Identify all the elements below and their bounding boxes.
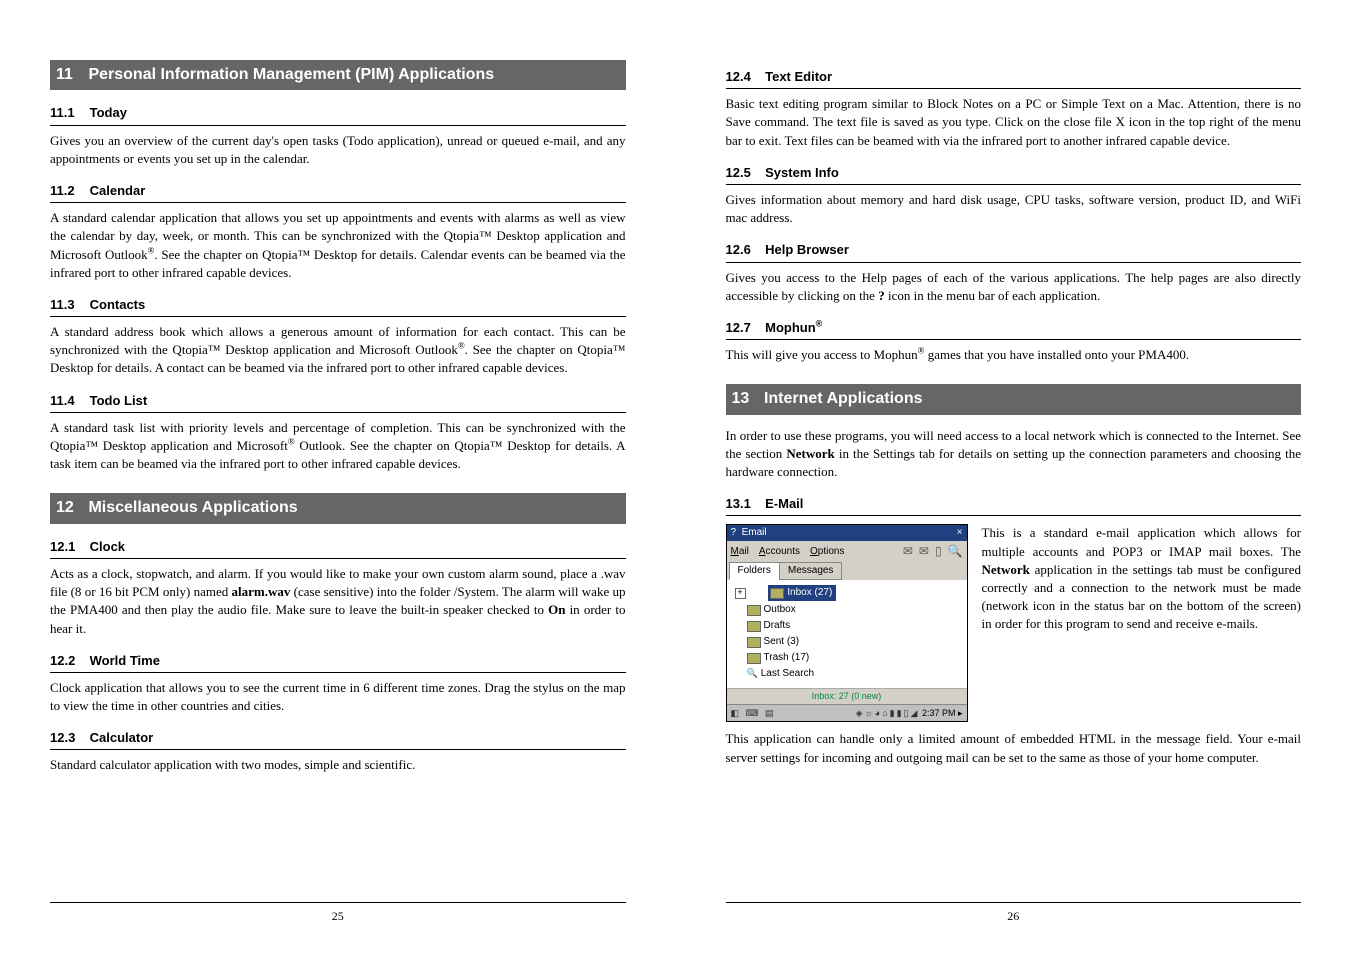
tab-messages: Messages bbox=[779, 562, 843, 580]
folder-sent: Sent (3) bbox=[733, 634, 961, 650]
section-11-3-body: A standard address book which allows a g… bbox=[50, 323, 626, 378]
section-12-6-body: Gives you access to the Help pages of ea… bbox=[726, 269, 1302, 305]
section-12-2-body: Clock application that allows you to see… bbox=[50, 679, 626, 715]
section-11-2-heading: 11.2 Calendar bbox=[50, 182, 626, 203]
new-icon: ▯ bbox=[935, 543, 942, 560]
menu-accounts: Accounts bbox=[759, 545, 800, 559]
folder-trash: Trash (17) bbox=[733, 650, 961, 666]
chapter-11-heading: 11 Personal Information Management (PIM)… bbox=[50, 60, 626, 90]
section-11-3-heading: 11.3 Contacts bbox=[50, 296, 626, 317]
page-number: 25 bbox=[332, 909, 344, 923]
email-menubar: Mail Accounts Options ✉ ✉ ▯ 🔍 bbox=[727, 541, 967, 562]
section-12-4-heading: 12.4 Text Editor bbox=[726, 68, 1302, 89]
page-footer-right: 26 bbox=[726, 902, 1302, 924]
tray-clock: 2:37 PM bbox=[922, 708, 956, 718]
tree-expand: + Inbox (27) bbox=[733, 584, 961, 602]
section-11-2-body: A standard calendar application that all… bbox=[50, 209, 626, 282]
chapter-11-title: Personal Information Management (PIM) Ap… bbox=[88, 66, 494, 83]
section-12-1-body: Acts as a clock, stopwatch, and alarm. I… bbox=[50, 565, 626, 638]
section-12-3-body: Standard calculator application with two… bbox=[50, 756, 626, 774]
search-icon: 🔍 bbox=[948, 543, 963, 560]
folder-last-search: Last Search bbox=[733, 666, 961, 682]
registered-mark: ® bbox=[458, 341, 465, 351]
folder-icon bbox=[747, 637, 761, 648]
section-12-2-heading: 12.2 World Time bbox=[50, 652, 626, 673]
email-figure-row: ? Email × Mail Accounts Options ✉ ✉ ▯ 🔍 bbox=[726, 524, 1302, 722]
section-13-1-after-text: This application can handle only a limit… bbox=[726, 730, 1302, 766]
section-11-1-heading: 11.1 Today bbox=[50, 104, 626, 125]
section-11-1-body: Gives you an overview of the current day… bbox=[50, 132, 626, 168]
section-12-5-body: Gives information about memory and hard … bbox=[726, 191, 1302, 227]
section-12-5-heading: 12.5 System Info bbox=[726, 164, 1302, 185]
chapter-13-number: 13 bbox=[732, 388, 760, 410]
email-tabs: Folders Messages bbox=[727, 562, 967, 580]
tray-status-icons: ◈☼◕⌂▮▮▯◢ bbox=[856, 708, 920, 718]
section-12-6-heading: 12.6 Help Browser bbox=[726, 241, 1302, 262]
folder-icon bbox=[747, 605, 761, 616]
chapter-13-title: Internet Applications bbox=[764, 390, 923, 407]
email-titlebar: ? Email × bbox=[727, 525, 967, 541]
registered-mark: ® bbox=[288, 437, 295, 447]
taskbar-icons: ◧ ⌨ ▤ bbox=[731, 707, 776, 720]
menu-mail: Mail bbox=[731, 545, 749, 559]
chapter-12-number: 12 bbox=[56, 497, 84, 519]
folder-icon bbox=[747, 621, 761, 632]
chapter-13-heading: 13 Internet Applications bbox=[726, 384, 1302, 414]
page-right: 12.4 Text Editor Basic text editing prog… bbox=[676, 0, 1351, 954]
compose-icon: ✉ bbox=[903, 543, 913, 560]
section-11-4-body: A standard task list with priority level… bbox=[50, 419, 626, 474]
email-toolbar-icons: ✉ ✉ ▯ 🔍 bbox=[903, 543, 963, 560]
menu-options: Options bbox=[810, 545, 844, 559]
folder-inbox: Inbox (27) bbox=[768, 585, 836, 601]
registered-mark: ® bbox=[816, 319, 823, 329]
section-13-1-side-text: This is a standard e-mail application wh… bbox=[982, 524, 1302, 712]
email-app-screenshot: ? Email × Mail Accounts Options ✉ ✉ ▯ 🔍 bbox=[726, 524, 968, 722]
chapter-13-intro: In order to use these programs, you will… bbox=[726, 427, 1302, 482]
chapter-12-title: Miscellaneous Applications bbox=[88, 499, 297, 516]
email-system-tray: ◧ ⌨ ▤ ◈☼◕⌂▮▮▯◢ 2:37 PM ▸ bbox=[727, 704, 967, 722]
send-receive-icon: ✉ bbox=[919, 543, 929, 560]
search-icon bbox=[747, 667, 758, 681]
page-number: 26 bbox=[1007, 909, 1019, 923]
section-12-7-heading: 12.7 Mophun® bbox=[726, 319, 1302, 340]
section-12-3-heading: 12.3 Calculator bbox=[50, 729, 626, 750]
folder-outbox: Outbox bbox=[733, 602, 961, 618]
expand-icon: + bbox=[735, 588, 746, 599]
email-status-bar: Inbox: 27 (0 new) bbox=[727, 688, 967, 704]
section-11-4-heading: 11.4 Todo List bbox=[50, 392, 626, 413]
folder-icon bbox=[770, 588, 784, 599]
page-left: 11 Personal Information Management (PIM)… bbox=[0, 0, 676, 954]
section-13-1-heading: 13.1 E-Mail bbox=[726, 495, 1302, 516]
tab-folders: Folders bbox=[729, 562, 780, 580]
help-icon: ? bbox=[731, 527, 737, 538]
email-folder-tree: + Inbox (27) Outbox Drafts Sent (3) Tras… bbox=[727, 580, 967, 688]
section-12-4-body: Basic text editing program similar to Bl… bbox=[726, 95, 1302, 150]
section-12-1-heading: 12.1 Clock bbox=[50, 538, 626, 559]
chapter-12-heading: 12 Miscellaneous Applications bbox=[50, 493, 626, 523]
page-footer-left: 25 bbox=[50, 902, 626, 924]
email-window-title: Email bbox=[742, 527, 767, 538]
folder-drafts: Drafts bbox=[733, 618, 961, 634]
folder-icon bbox=[747, 653, 761, 664]
section-12-7-body: This will give you access to Mophun® gam… bbox=[726, 346, 1302, 364]
chapter-11-number: 11 bbox=[56, 64, 84, 86]
close-icon: × bbox=[957, 526, 963, 540]
